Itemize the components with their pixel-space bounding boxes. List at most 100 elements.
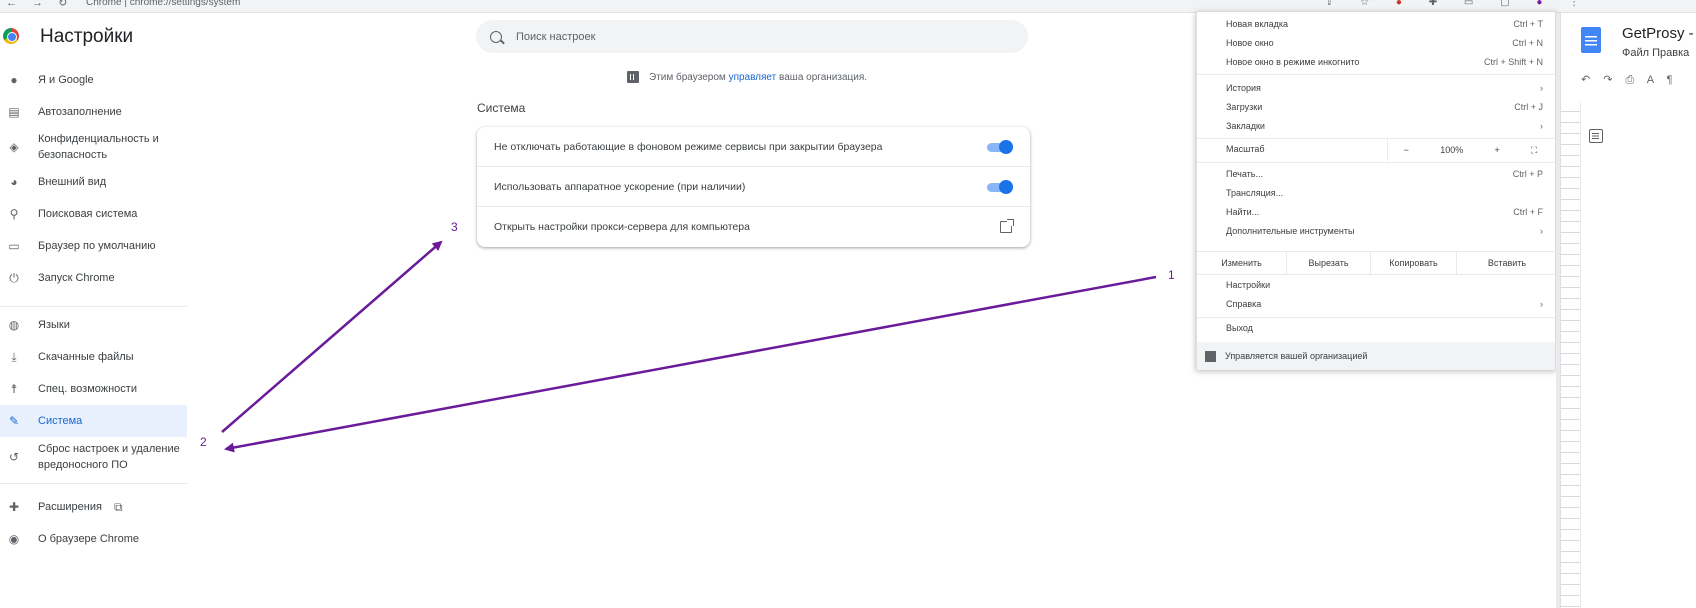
menu-item-more-tools[interactable]: Дополнительные инструменты › bbox=[1226, 226, 1543, 236]
building-icon bbox=[627, 71, 639, 83]
copy-button[interactable]: Копировать bbox=[1371, 252, 1457, 274]
managed-label: Управляется вашей организацией bbox=[1225, 351, 1368, 361]
background-apps-toggle[interactable] bbox=[987, 139, 1013, 154]
sidebar-item-label: Языки bbox=[38, 319, 70, 331]
profile-icon[interactable]: ● bbox=[1536, 0, 1554, 8]
accessibility-icon: ☨ bbox=[10, 382, 18, 396]
zoom-out-button[interactable]: − bbox=[1404, 145, 1409, 155]
menu-divider bbox=[1197, 274, 1557, 275]
search-input[interactable] bbox=[516, 30, 996, 43]
menu-edit-row: Изменить Вырезать Копировать Вставить bbox=[1197, 252, 1557, 274]
doc-menubar[interactable]: Файл Правка bbox=[1622, 47, 1689, 59]
sidebar-item-privacy[interactable]: ◈ Конфиденциальность и безопасность bbox=[0, 128, 187, 166]
sidebar-item-extensions[interactable]: ✚ Расширения ⧉ bbox=[0, 490, 187, 524]
outline-icon[interactable] bbox=[1589, 129, 1603, 143]
chrome-icon: ◉ bbox=[8, 532, 20, 546]
external-link-icon[interactable] bbox=[1000, 219, 1014, 233]
sidebar-item-label: Спец. возможности bbox=[38, 383, 137, 395]
setting-row-hardware-acceleration[interactable]: Использовать аппаратное ускорение (при н… bbox=[477, 167, 1030, 207]
sidebar-item-downloads[interactable]: ⤓ Скачанные файлы bbox=[0, 341, 187, 373]
sidebar-item-label: Автозаполнение bbox=[38, 106, 122, 118]
sidebar-item-label: Поисковая система bbox=[38, 208, 138, 220]
managed-link[interactable]: управляет bbox=[729, 72, 777, 83]
menu-item-cast[interactable]: Трансляция... bbox=[1226, 188, 1543, 198]
sidebar-item-appearance[interactable]: ◕ Внешний вид bbox=[0, 166, 187, 198]
sidebar-item-label: Скачанные файлы bbox=[38, 351, 134, 363]
menu-item-incognito[interactable]: Новое окно в режиме инкогнито Ctrl + Shif… bbox=[1226, 57, 1543, 67]
section-title: Система bbox=[477, 101, 526, 115]
setting-label: Использовать аппаратное ускорение (при н… bbox=[494, 180, 746, 193]
sidebar-item-label: Конфиденциальность и безопасность bbox=[38, 133, 159, 161]
zoom-in-button[interactable]: + bbox=[1495, 145, 1500, 155]
menu-item-find[interactable]: Найти... Ctrl + F bbox=[1226, 207, 1543, 217]
shield-icon: ◈ bbox=[9, 140, 19, 154]
palette-icon: ◕ bbox=[10, 175, 18, 189]
doc-toolbar[interactable]: ↶ ↷ ⎙ A ¶ bbox=[1581, 73, 1678, 87]
paste-button[interactable]: Вставить bbox=[1457, 252, 1557, 274]
external-link-icon: ⧉ bbox=[113, 499, 123, 514]
menu-item-managed[interactable]: Управляется вашей организацией bbox=[1197, 342, 1555, 370]
menu-divider bbox=[1197, 317, 1557, 318]
sidebar-item-label: Браузер по умолчанию bbox=[38, 240, 156, 252]
setting-row-proxy[interactable]: Открыть настройки прокси-сервера для ком… bbox=[477, 207, 1030, 247]
chrome-logo-icon bbox=[3, 28, 19, 44]
sidebar-item-default-browser[interactable]: ▭ Браузер по умолчанию bbox=[0, 230, 187, 262]
managed-suffix: ваша организация. bbox=[779, 71, 868, 83]
power-icon: ⏻ bbox=[9, 270, 19, 285]
menu-item-new-window[interactable]: Новое окно Ctrl + N bbox=[1226, 38, 1543, 48]
sidebar-item-languages[interactable]: ◍ Языки bbox=[0, 309, 187, 341]
setting-label: Открыть настройки прокси-сервера для ком… bbox=[494, 221, 750, 233]
annotation-arrow-2-to-3 bbox=[221, 240, 443, 433]
settings-search[interactable] bbox=[476, 20, 1028, 53]
sidebar-item-label: Система bbox=[38, 415, 83, 427]
sidebar-item-on-startup[interactable]: ⏻ Запуск Chrome bbox=[0, 262, 187, 294]
toolbar-icons[interactable]: ⇪ ☆ ● ✚ ▭ ▢ ● ⋮ bbox=[1325, 0, 1591, 8]
person-icon: ● bbox=[10, 73, 18, 87]
menu-item-print[interactable]: Печать... Ctrl + P bbox=[1226, 169, 1543, 179]
sidebar-item-label: Я и Google bbox=[38, 74, 94, 86]
page-title: Настройки bbox=[40, 26, 134, 47]
sidebar-item-reset[interactable]: ↺ Сброс настроек и удаление вредоносного… bbox=[0, 437, 187, 477]
building-icon bbox=[1205, 350, 1216, 362]
sidebar-divider bbox=[0, 306, 187, 307]
zoom-label: Масштаб bbox=[1226, 144, 1265, 154]
fullscreen-icon[interactable]: ⛶ bbox=[1531, 145, 1537, 156]
menu-item-settings[interactable]: Настройки bbox=[1226, 280, 1543, 290]
sidebar-item-label: Запуск Chrome bbox=[38, 272, 115, 284]
setting-row-background-apps[interactable]: Не отключать работающие в фоновом режиме… bbox=[477, 127, 1030, 167]
menu-item-new-tab[interactable]: Новая вкладка Ctrl + T bbox=[1226, 19, 1543, 29]
wrench-icon: ✎ bbox=[8, 414, 20, 428]
google-docs-window: GetProsy - H Файл Правка ↶ ↷ ⎙ A ¶ bbox=[1560, 13, 1696, 608]
menu-item-exit[interactable]: Выход bbox=[1226, 323, 1543, 333]
vertical-ruler bbox=[1561, 101, 1581, 608]
sidebar-item-autofill[interactable]: ▤ Автозаполнение bbox=[0, 96, 187, 128]
annotation-number-1: 1 bbox=[1168, 268, 1175, 282]
sidebar-item-label: О браузере Chrome bbox=[38, 533, 139, 545]
sidebar-item-search-engine[interactable]: ⚲ Поисковая система bbox=[0, 198, 187, 230]
sidebar-item-accessibility[interactable]: ☨ Спец. возможности bbox=[0, 373, 187, 405]
sidebar-item-about-chrome[interactable]: ◉ О браузере Chrome bbox=[0, 524, 187, 554]
menu-item-downloads[interactable]: Загрузки Ctrl + J bbox=[1226, 102, 1543, 112]
annotation-number-3: 3 bbox=[451, 220, 458, 234]
menu-item-bookmarks[interactable]: Закладки › bbox=[1226, 121, 1543, 131]
sidebar-item-system[interactable]: ✎ Система bbox=[0, 405, 187, 437]
extension-red-icon[interactable]: ● bbox=[1396, 0, 1414, 8]
menu-item-help[interactable]: Справка › bbox=[1226, 299, 1543, 309]
cut-button[interactable]: Вырезать bbox=[1287, 252, 1371, 274]
sidebar-item-label: Внешний вид bbox=[38, 176, 107, 188]
menu-divider bbox=[1197, 162, 1557, 163]
annotation-arrow-1-to-2 bbox=[224, 275, 1157, 453]
annotation-number-2: 2 bbox=[200, 435, 207, 449]
menu-item-history[interactable]: История › bbox=[1226, 83, 1543, 93]
zoom-value: 100% bbox=[1440, 145, 1464, 155]
sidebar-item-label: Сброс настроек и удаление вредоносного П… bbox=[38, 443, 180, 471]
search-icon bbox=[490, 30, 502, 43]
hardware-acceleration-toggle[interactable] bbox=[987, 179, 1013, 194]
managed-prefix: Этим браузером bbox=[649, 71, 726, 83]
doc-title[interactable]: GetProsy - H bbox=[1622, 25, 1696, 42]
sidebar-item-you-and-google[interactable]: ● Я и Google bbox=[0, 64, 187, 96]
nav-buttons[interactable]: ← → ↻ bbox=[6, 0, 73, 9]
address-bar[interactable]: Chrome | chrome://settings/system bbox=[86, 0, 240, 8]
google-docs-icon[interactable] bbox=[1581, 27, 1601, 53]
puzzle-icon: ✚ bbox=[8, 500, 20, 514]
